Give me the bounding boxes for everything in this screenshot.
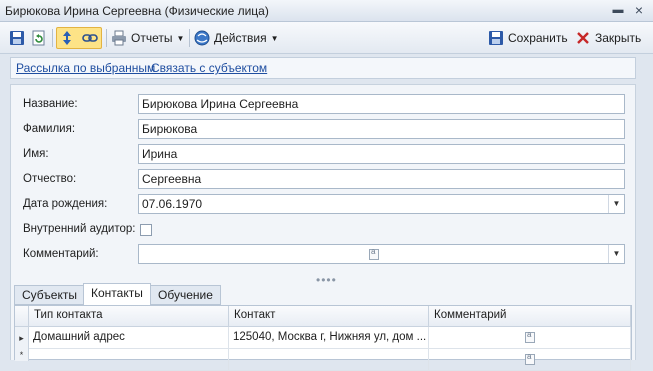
red-x-icon [575, 30, 591, 46]
firstname-field[interactable]: Ирина [138, 144, 625, 164]
close-button[interactable]: Закрыть [575, 27, 641, 49]
link-bar: Рассылка по выбранным Связать с субъекто… [10, 57, 636, 79]
close-window-icon[interactable]: × [632, 3, 646, 17]
refresh-button[interactable] [31, 27, 47, 49]
expand-button[interactable] [59, 27, 75, 49]
cell-contact-type[interactable]: Домашний адрес [29, 327, 229, 349]
chevron-down-icon[interactable]: ▼ [608, 195, 624, 213]
surname-field[interactable]: Бирюкова [138, 119, 625, 139]
save-label: Сохранить [508, 31, 568, 45]
name-field[interactable]: Бирюкова Ирина Сергеевна [138, 94, 625, 114]
close-label: Закрыть [595, 31, 642, 45]
birthdate-value: 07.06.1970 [142, 197, 203, 211]
refresh-icon [31, 30, 47, 46]
expand-arrows-icon [59, 30, 75, 46]
col-header-comment[interactable]: Комментарий [429, 306, 631, 327]
link-button[interactable] [82, 27, 98, 49]
memo-icon [369, 247, 379, 260]
surname-label: Фамилия: [23, 123, 76, 135]
grid-corner [15, 306, 29, 327]
name-label: Название: [23, 98, 78, 110]
new-row-type[interactable] [29, 349, 229, 371]
col-header-type[interactable]: Тип контакта [29, 306, 229, 327]
actions-menu-button[interactable]: Действия ▼ [194, 27, 279, 49]
chevron-down-icon[interactable]: ▼ [608, 245, 624, 263]
cell-contact-value[interactable]: 125040, Москва г, Нижняя ул, дом ... [229, 327, 429, 349]
col-header-contact[interactable]: Контакт [229, 306, 429, 327]
chevron-down-icon: ▼ [270, 33, 279, 43]
splitter-handle[interactable]: •••• [316, 273, 337, 287]
firstname-label: Имя: [23, 148, 49, 160]
actions-label: Действия [214, 31, 267, 45]
chevron-down-icon: ▼ [176, 33, 185, 43]
contacts-grid: Тип контакта Контакт Комментарий ▸ Домаш… [14, 305, 632, 371]
birthdate-field[interactable]: 07.06.1970 ▼ [138, 194, 625, 214]
cell-contact-comment[interactable] [429, 327, 631, 349]
link-subject-link[interactable]: Связать с субъектом [151, 61, 267, 75]
minimize-icon[interactable]: ▬ [611, 3, 625, 17]
toolbar-separator [52, 29, 53, 47]
auditor-checkbox[interactable] [140, 224, 152, 236]
mailing-link[interactable]: Рассылка по выбранным [16, 61, 155, 75]
globe-icon [194, 30, 210, 46]
reports-menu-button[interactable]: Отчеты ▼ [111, 27, 184, 49]
title-bar: Бирюкова Ирина Сергеевна (Физические лиц… [0, 0, 653, 22]
new-row-contact[interactable] [229, 349, 429, 371]
floppy-icon [9, 30, 25, 46]
comment-label: Комментарий: [23, 248, 99, 260]
new-row-comment[interactable] [429, 349, 631, 371]
comment-field[interactable]: ▼ [138, 244, 625, 264]
memo-icon [525, 330, 535, 343]
reports-label: Отчеты [131, 31, 173, 45]
new-row-indicator: * [15, 349, 29, 361]
birthdate-label: Дата рождения: [23, 198, 108, 210]
tab-contacts[interactable]: Контакты [83, 283, 151, 306]
tab-subjects[interactable]: Субъекты [14, 285, 85, 305]
patronymic-field[interactable]: Сергеевна [138, 169, 625, 189]
toolbar-separator [106, 29, 107, 47]
toolbar-separator [189, 29, 190, 47]
window-title: Бирюкова Ирина Сергеевна (Физические лиц… [5, 4, 269, 18]
toolbar: Отчеты ▼ Действия ▼ Сохранить Закрыть [0, 22, 653, 54]
row-indicator: ▸ [15, 327, 29, 349]
patronymic-label: Отчество: [23, 173, 77, 185]
auditor-label: Внутренний аудитор: [23, 223, 136, 235]
chain-link-icon [82, 30, 98, 46]
printer-icon [111, 30, 127, 46]
save-small-button[interactable] [9, 27, 25, 49]
tab-training[interactable]: Обучение [150, 285, 221, 305]
floppy-icon [488, 30, 504, 46]
save-button[interactable]: Сохранить [488, 27, 568, 49]
